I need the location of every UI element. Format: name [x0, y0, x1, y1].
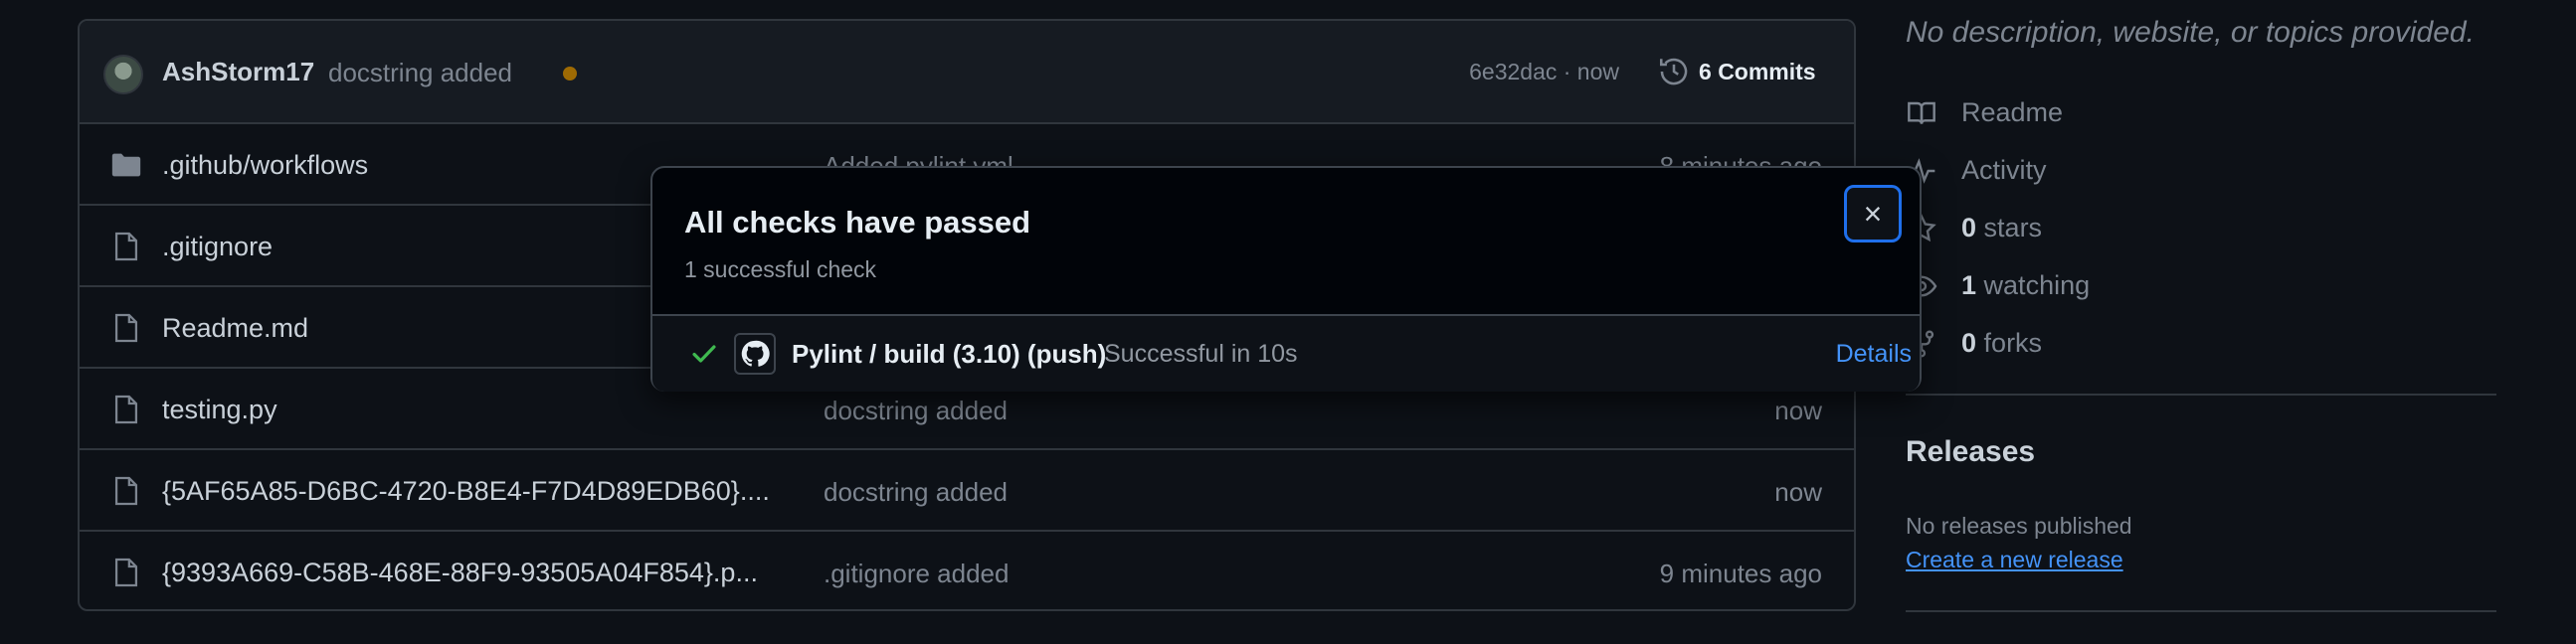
file-name[interactable]: .gitignore — [162, 232, 273, 262]
forks-count: 0 — [1961, 328, 1977, 358]
activity-label: Activity — [1961, 155, 2047, 185]
check-run-row: Pylint / build (3.10) (push) Successful … — [652, 316, 1920, 392]
checks-title: All checks have passed — [684, 205, 1031, 240]
file-commit-message[interactable]: .gitignore added — [824, 559, 1009, 589]
check-icon — [692, 345, 716, 363]
file-name[interactable]: {5AF65A85-D6BC-4720-B8E4-F7D4D89EDB60}..… — [162, 476, 770, 507]
about-sidebar: No description, website, or topics provi… — [1906, 0, 2502, 644]
book-icon — [1908, 101, 1935, 124]
file-row[interactable]: {5AF65A85-D6BC-4720-B8E4-F7D4D89EDB60}..… — [80, 450, 1854, 532]
file-name[interactable]: {9393A669-C58B-468E-88F9-93505A04F854}.p… — [162, 558, 758, 588]
github-icon — [741, 340, 770, 367]
no-releases-text: No releases published — [1906, 513, 2132, 539]
commit-author[interactable]: AshStorm17 — [162, 57, 314, 87]
sidebar-divider — [1906, 394, 2496, 396]
file-commit-time: now — [1774, 477, 1822, 507]
details-link[interactable]: Details — [1836, 340, 1912, 369]
check-status: Successful in 10s — [1104, 340, 1298, 368]
create-release-link[interactable]: Create a new release — [1906, 547, 2123, 573]
history-icon — [1659, 58, 1688, 85]
close-button[interactable]: × — [1844, 185, 1902, 242]
avatar[interactable] — [103, 55, 143, 94]
latest-commit-bar: AshStorm17 docstring added 6e32dac · now… — [80, 21, 1854, 124]
close-icon: × — [1863, 196, 1883, 232]
commits-count: 6 — [1699, 59, 1712, 84]
stars-count: 0 — [1961, 213, 1977, 242]
github-actions-icon — [734, 333, 776, 375]
checks-subtitle: 1 successful check — [684, 256, 877, 282]
file-icon — [114, 476, 138, 506]
readme-label: Readme — [1961, 97, 2064, 127]
folder-icon — [111, 153, 141, 177]
commit-hash-time[interactable]: 6e32dac · now — [1469, 59, 1619, 85]
file-row[interactable]: {9393A669-C58B-468E-88F9-93505A04F854}.p… — [80, 532, 1854, 609]
forks-text: forks — [1983, 328, 2043, 358]
file-icon — [114, 395, 138, 424]
file-icon — [114, 232, 138, 261]
watching-label: 1 watching — [1961, 270, 2090, 301]
pending-status-dot[interactable] — [563, 67, 577, 80]
commit-message[interactable]: docstring added — [328, 58, 512, 88]
check-name: Pylint / build (3.10) (push) — [792, 339, 1107, 369]
file-name[interactable]: testing.py — [162, 395, 277, 425]
file-icon — [114, 313, 138, 343]
file-commit-message[interactable]: docstring added — [824, 477, 1008, 508]
file-commit-time: now — [1774, 396, 1822, 425]
releases-heading[interactable]: Releases — [1906, 435, 2035, 469]
file-commit-time: 9 minutes ago — [1659, 559, 1822, 588]
watching-count: 1 — [1961, 270, 1977, 300]
file-icon — [114, 558, 138, 587]
forks-label: 0 forks — [1961, 328, 2042, 359]
file-commit-message[interactable]: docstring added — [824, 396, 1008, 426]
sidebar-divider — [1906, 610, 2496, 612]
commits-label: Commits — [1718, 59, 1816, 84]
about-description: No description, website, or topics provi… — [1906, 16, 2475, 49]
commits-link[interactable]: 6 Commits — [1699, 59, 1816, 85]
stars-label: 0 stars — [1961, 213, 2042, 243]
file-name[interactable]: .github/workflows — [162, 150, 368, 181]
watching-text: watching — [1983, 270, 2091, 300]
stars-text: stars — [1983, 213, 2043, 242]
file-name[interactable]: Readme.md — [162, 313, 308, 344]
checks-popover: All checks have passed 1 successful chec… — [650, 166, 1922, 392]
